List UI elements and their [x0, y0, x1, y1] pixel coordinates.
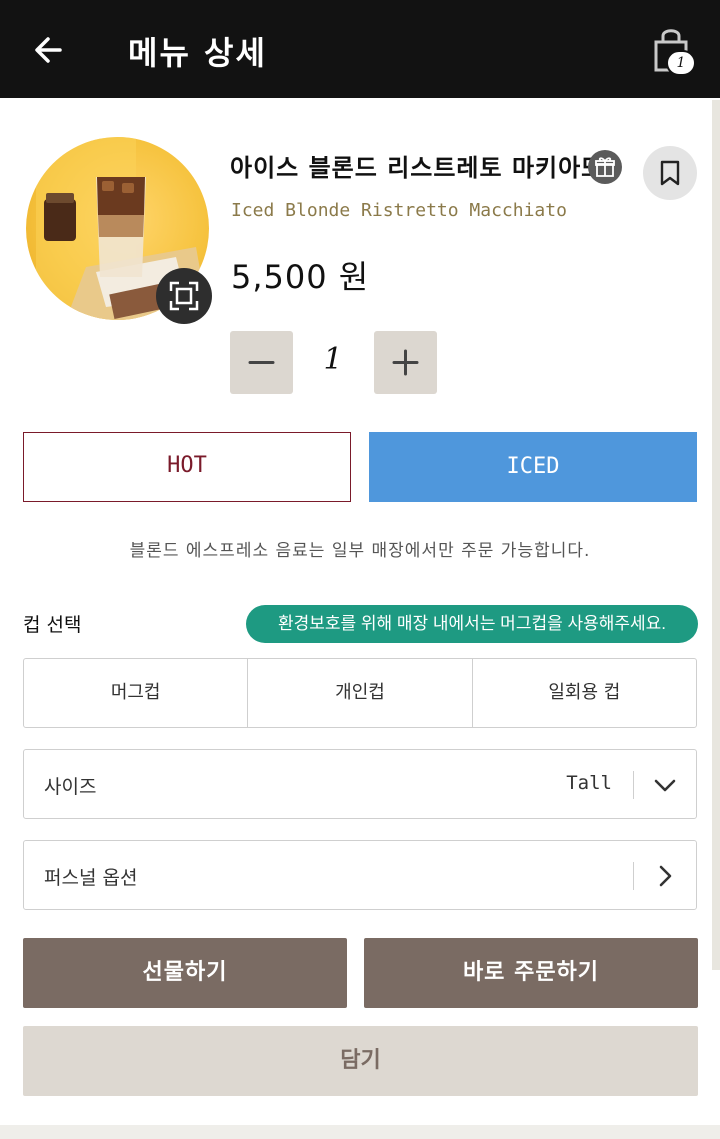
fullscreen-icon: [169, 281, 199, 311]
quantity-value: 1: [323, 342, 343, 377]
minus-icon: [248, 361, 275, 364]
bookmark-icon: [660, 160, 680, 186]
giftable-badge: [588, 150, 622, 184]
back-arrow-icon: [35, 37, 62, 63]
product-name-english: Iced Blonde Ristretto Macchiato: [231, 200, 567, 221]
quantity-decrease-button[interactable]: [230, 331, 293, 394]
cup-option-disposable[interactable]: 일회용 컵: [473, 659, 696, 727]
chevron-right-icon: [659, 865, 672, 887]
temperature-hot-button[interactable]: HOT: [23, 432, 351, 502]
cup-options: 머그컵 개인컵 일회용 컵: [23, 658, 697, 728]
gift-icon: [595, 157, 615, 177]
bookmark-button[interactable]: [643, 146, 697, 200]
temperature-iced-button[interactable]: ICED: [369, 432, 697, 502]
cup-option-mug[interactable]: 머그컵: [24, 659, 249, 727]
eco-message-pill: 환경보호를 위해 매장 내에서는 머그컵을 사용해주세요.: [246, 605, 698, 643]
cart-button[interactable]: 1: [648, 24, 704, 80]
add-to-cart-button[interactable]: 담기: [23, 1026, 698, 1096]
order-now-button[interactable]: 바로 주문하기: [364, 938, 698, 1008]
size-selector[interactable]: 사이즈 Tall: [23, 749, 697, 819]
quantity-increase-button[interactable]: [374, 331, 437, 394]
bottom-strip: [0, 1125, 720, 1139]
divider: [632, 771, 634, 799]
top-app-bar: 메뉴 상세 1: [0, 0, 720, 98]
product-price: 5,500 원: [231, 258, 370, 296]
size-value: Tall: [566, 772, 612, 794]
gift-button[interactable]: 선물하기: [23, 938, 347, 1008]
size-label: 사이즈: [44, 776, 97, 798]
cart-count-badge: 1: [666, 50, 696, 76]
scrollbar-track[interactable]: [712, 100, 720, 970]
page-title: 메뉴 상세: [128, 34, 267, 72]
divider: [632, 862, 634, 890]
cup-option-personal[interactable]: 개인컵: [248, 659, 473, 727]
back-button[interactable]: [30, 30, 70, 70]
product-name-korean: 아이스 블론드 리스트레토 마키아또: [230, 154, 605, 182]
personal-option-row[interactable]: 퍼스널 옵션: [23, 840, 697, 910]
chevron-down-icon: [654, 779, 676, 792]
plus-icon: [392, 349, 419, 376]
fullscreen-button[interactable]: [156, 268, 212, 324]
availability-notice: 블론드 에스프레소 음료는 일부 매장에서만 주문 가능합니다.: [129, 541, 591, 561]
cup-section-label: 컵 선택: [23, 614, 82, 636]
personal-option-label: 퍼스널 옵션: [44, 867, 138, 889]
